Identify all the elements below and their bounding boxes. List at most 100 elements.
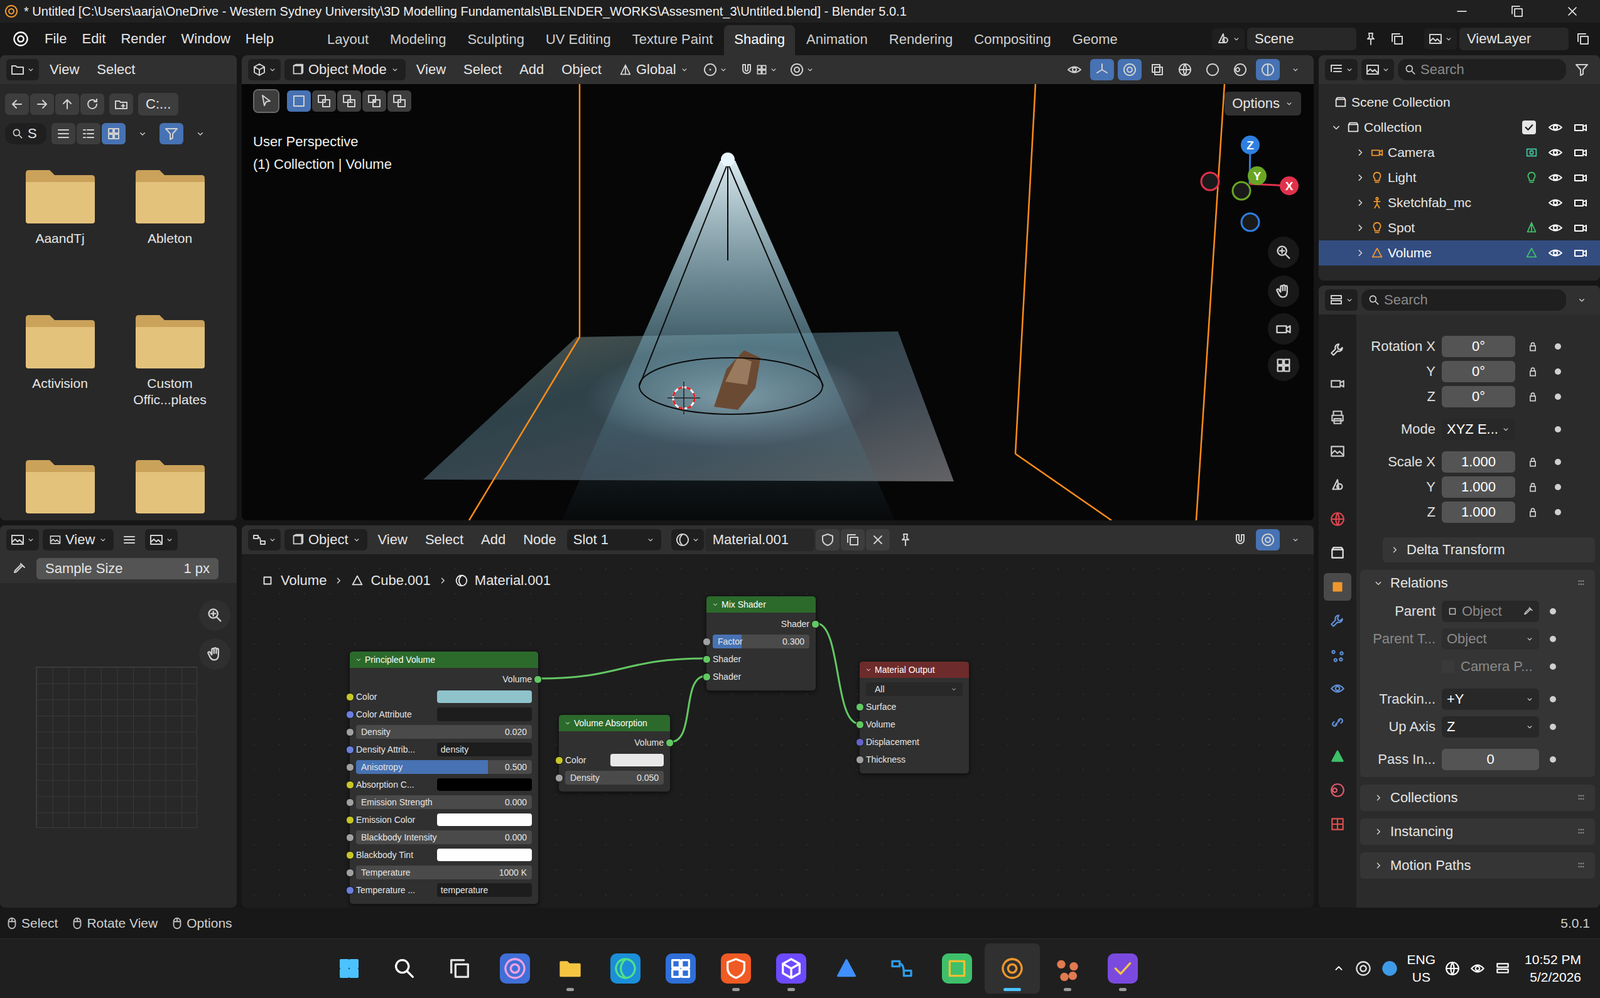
taskbar-app[interactable] bbox=[708, 943, 764, 995]
axis-handle[interactable]: Z bbox=[1240, 135, 1260, 155]
clock[interactable]: 10:52 PM5/2/2026 bbox=[1524, 951, 1582, 988]
properties-tab[interactable] bbox=[1323, 641, 1352, 669]
collapsed-panel[interactable]: Collections bbox=[1360, 784, 1595, 812]
node-socket-row[interactable]: Emission Strength0.000 bbox=[356, 793, 532, 812]
socket-dot[interactable] bbox=[345, 798, 355, 807]
scene-name[interactable]: Scene bbox=[1247, 27, 1357, 51]
dropdown-field[interactable]: Object bbox=[1441, 628, 1540, 650]
properties-tab[interactable] bbox=[1323, 742, 1352, 771]
editor-type[interactable] bbox=[6, 529, 39, 551]
pin-button[interactable] bbox=[1358, 28, 1383, 50]
node-socket-row[interactable]: Temperature1000 K bbox=[356, 864, 532, 882]
slider-field[interactable]: Factor0.300 bbox=[712, 634, 810, 649]
node-socket-row[interactable]: Color bbox=[356, 688, 532, 706]
refresh-button[interactable] bbox=[80, 93, 105, 115]
properties-tab[interactable] bbox=[1323, 539, 1352, 568]
onedrive-button[interactable] bbox=[1380, 960, 1399, 978]
lock-toggle[interactable] bbox=[1521, 390, 1545, 404]
rotation-field[interactable]: 0° bbox=[1441, 386, 1516, 408]
lock-toggle[interactable] bbox=[1521, 455, 1545, 469]
hidden-icons-button[interactable] bbox=[1331, 962, 1346, 976]
node-socket-row[interactable]: Density0.050 bbox=[565, 769, 664, 787]
taskbar-app[interactable] bbox=[321, 943, 377, 995]
exclude-checkbox[interactable] bbox=[1522, 120, 1536, 135]
target-dropdown[interactable]: All bbox=[865, 682, 963, 697]
fake-user-button[interactable] bbox=[815, 529, 840, 551]
material-browse[interactable] bbox=[671, 529, 704, 551]
node-socket-row[interactable]: Surface bbox=[865, 698, 963, 716]
workspace-tab[interactable]: Rendering bbox=[879, 25, 964, 56]
editor-type[interactable] bbox=[248, 59, 281, 81]
slider-field[interactable]: Anisotropy0.500 bbox=[356, 760, 532, 775]
shader-node[interactable]: Material OutputAllSurfaceVolumeDisplacem… bbox=[859, 661, 970, 775]
outliner-row[interactable]: Scene Collection bbox=[1318, 89, 1600, 115]
socket-dot[interactable] bbox=[533, 675, 542, 684]
workspace-tab[interactable]: Layout bbox=[317, 25, 379, 56]
attribute-field[interactable]: density bbox=[437, 742, 532, 757]
weather-icon-button[interactable] bbox=[1354, 960, 1373, 978]
value-field[interactable]: Density0.050 bbox=[565, 771, 664, 785]
socket-dot[interactable] bbox=[855, 720, 865, 730]
node-link[interactable] bbox=[816, 623, 860, 725]
search-field[interactable]: S bbox=[5, 123, 47, 145]
workspace-tab[interactable]: Modeling bbox=[379, 25, 456, 56]
properties-tab[interactable] bbox=[1323, 776, 1352, 805]
taskbar-app[interactable] bbox=[653, 943, 709, 995]
socket-dot[interactable] bbox=[665, 739, 674, 748]
value-field[interactable]: Temperature1000 K bbox=[356, 865, 532, 880]
viewport-toggle[interactable] bbox=[1117, 59, 1142, 81]
outliner-row[interactable]: Camera bbox=[1318, 140, 1600, 166]
node-socket-row[interactable]: Shader bbox=[712, 650, 810, 669]
viewport-toggle[interactable] bbox=[1090, 59, 1114, 81]
taskbar-app[interactable] bbox=[542, 943, 598, 995]
material-name[interactable]: Material.001 bbox=[705, 528, 815, 552]
negative-axis[interactable] bbox=[1241, 213, 1260, 232]
menu-item[interactable]: Render bbox=[113, 27, 173, 51]
options-dropdown[interactable]: Options bbox=[1224, 91, 1302, 116]
node-socket-row[interactable]: Absorption C... bbox=[356, 776, 532, 794]
display-mode-button[interactable] bbox=[101, 123, 126, 145]
node-socket-row[interactable]: Color Attribute bbox=[356, 705, 532, 724]
viewport-toggle[interactable] bbox=[1062, 59, 1087, 81]
node-socket-row[interactable]: Volume bbox=[356, 670, 532, 689]
zoom-button[interactable] bbox=[199, 599, 231, 632]
pivot-dropdown[interactable] bbox=[698, 59, 732, 81]
scene-browse[interactable] bbox=[1211, 28, 1245, 50]
node-socket-row[interactable]: Temperature ...temperature bbox=[356, 881, 532, 900]
folder-item[interactable] bbox=[114, 458, 225, 521]
navigation-button[interactable] bbox=[1267, 349, 1300, 382]
lock-toggle[interactable] bbox=[1521, 365, 1545, 379]
properties-tab[interactable] bbox=[1323, 675, 1352, 703]
language-indicator[interactable]: ENGUS bbox=[1407, 951, 1437, 988]
menu-item[interactable]: Select bbox=[418, 528, 471, 552]
keyframe-dot[interactable] bbox=[1549, 696, 1557, 703]
node-socket-row[interactable]: Thickness bbox=[865, 751, 963, 769]
outliner-row[interactable]: Light bbox=[1318, 165, 1600, 191]
rendered-scene[interactable]: ZYX bbox=[241, 55, 1314, 521]
new-view-layer-button[interactable] bbox=[1571, 28, 1595, 50]
outliner-row[interactable]: Sketchfab_mc bbox=[1318, 190, 1600, 216]
workspace-tab[interactable]: UV Editing bbox=[535, 25, 622, 56]
keyframe-dot[interactable] bbox=[1549, 663, 1557, 671]
negative-axis[interactable] bbox=[1201, 172, 1219, 191]
menu-item[interactable]: Node bbox=[516, 528, 564, 552]
lock-toggle[interactable] bbox=[1521, 340, 1545, 353]
workspace-tab[interactable]: Sculpting bbox=[457, 25, 535, 56]
display-mode-button[interactable] bbox=[51, 123, 76, 145]
properties-tab[interactable] bbox=[1323, 708, 1352, 737]
taskbar-app[interactable] bbox=[597, 943, 654, 995]
dropdown-field[interactable]: Z bbox=[1441, 716, 1540, 738]
scale-field[interactable]: 1.000 bbox=[1441, 451, 1516, 473]
properties-tab[interactable] bbox=[1323, 403, 1352, 432]
view-layer-name[interactable]: ViewLayer bbox=[1459, 27, 1569, 51]
keyframe-dot[interactable] bbox=[1554, 343, 1562, 350]
properties-tab[interactable] bbox=[1323, 505, 1352, 534]
socket-dot[interactable] bbox=[345, 833, 355, 843]
editor-type[interactable] bbox=[1324, 289, 1358, 311]
socket-dot[interactable] bbox=[555, 756, 564, 765]
delta-transform-subpanel[interactable]: Delta Transform bbox=[1382, 537, 1595, 563]
node-link[interactable] bbox=[538, 658, 706, 679]
menu-item[interactable]: View bbox=[371, 528, 415, 552]
select-mode-button[interactable] bbox=[286, 90, 311, 112]
unlink-material-button[interactable] bbox=[865, 529, 890, 551]
